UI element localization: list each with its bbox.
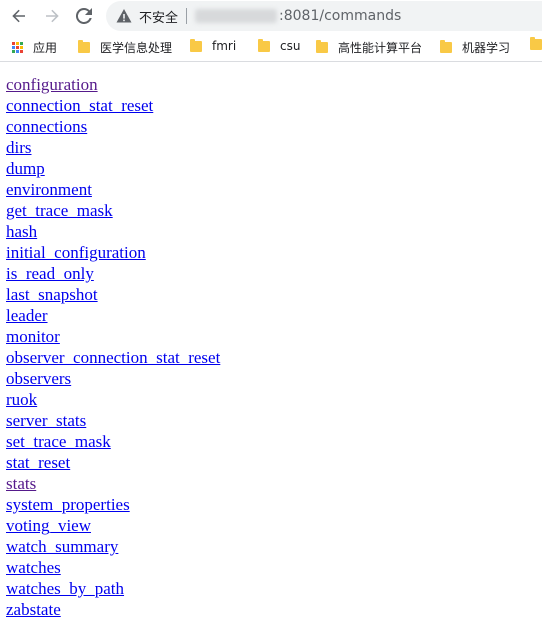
bookmark-overflow[interactable] <box>530 37 542 50</box>
list-item: connections <box>6 116 542 137</box>
list-item: server_stats <box>6 410 542 431</box>
folder-icon <box>78 40 90 53</box>
warning-triangle-icon[interactable] <box>116 8 132 24</box>
bookmark-apps[interactable]: 应用 <box>12 39 57 56</box>
list-item: zabstate <box>6 599 542 620</box>
list-item: hash <box>6 221 542 242</box>
back-button[interactable] <box>8 5 30 27</box>
bookmark-hpc[interactable]: 高性能计算平台 <box>316 39 422 56</box>
command-link-get-trace-mask[interactable]: get_trace_mask <box>6 201 113 220</box>
list-item: leader <box>6 305 542 326</box>
bookmark-medical-info[interactable]: 医学信息处理 <box>78 39 172 56</box>
list-item: last_snapshot <box>6 284 542 305</box>
list-item: dirs <box>6 137 542 158</box>
list-item: environment <box>6 179 542 200</box>
bookmark-fmri[interactable]: fmri <box>190 38 237 53</box>
command-link-dump[interactable]: dump <box>6 159 45 178</box>
reload-button[interactable] <box>73 5 95 27</box>
commands-list: configuration connection_stat_resetconnec… <box>6 74 542 620</box>
list-item: stats <box>6 473 542 494</box>
bookmark-ml[interactable]: 机器学习 <box>440 39 510 56</box>
list-item: configuration <box>6 74 542 95</box>
bookmark-label: csu <box>280 39 301 53</box>
address-bar[interactable]: 不安全 :8081/commands <box>106 1 542 31</box>
security-label[interactable]: 不安全 <box>139 7 178 26</box>
folder-icon <box>190 38 202 52</box>
command-link-server-stats[interactable]: server_stats <box>6 411 86 430</box>
command-link-system-properties[interactable]: system_properties <box>6 495 130 514</box>
reload-icon <box>76 8 92 24</box>
list-item: observers <box>6 368 542 389</box>
command-link-set-trace-mask[interactable]: set_trace_mask <box>6 432 111 451</box>
bookmark-label: 机器学习 <box>462 41 511 55</box>
list-item: observer_connection_stat_reset <box>6 347 542 368</box>
list-item: initial_configuration <box>6 242 542 263</box>
command-link-voting-view[interactable]: voting_view <box>6 516 91 535</box>
list-item: ruok <box>6 389 542 410</box>
command-link-watch-summary[interactable]: watch_summary <box>6 537 118 556</box>
command-link-configuration[interactable]: configuration <box>6 75 98 94</box>
arrow-left-icon <box>12 9 25 23</box>
url-host-redacted <box>195 9 278 23</box>
command-link-ruok[interactable]: ruok <box>6 390 37 409</box>
list-item: watches <box>6 557 542 578</box>
command-link-monitor[interactable]: monitor <box>6 327 60 346</box>
bookmark-label: fmri <box>212 39 237 53</box>
arrow-right-icon <box>46 9 59 23</box>
omnibox-separator <box>186 8 188 24</box>
list-item: monitor <box>6 326 542 347</box>
bookmarks-bar: 应用 医学信息处理 fmri csu 高性能计算平台 机器学习 <box>0 33 542 62</box>
bookmark-label: 应用 <box>33 41 58 55</box>
list-item: voting_view <box>6 515 542 536</box>
url-path: :8081/commands <box>279 8 402 24</box>
folder-icon <box>440 40 452 53</box>
apps-grid-icon <box>12 42 23 53</box>
command-link-watches[interactable]: watches <box>6 558 61 577</box>
list-item: watch_summary <box>6 536 542 557</box>
command-link-hash[interactable]: hash <box>6 222 37 241</box>
command-link-observers[interactable]: observers <box>6 369 71 388</box>
command-link-dirs[interactable]: dirs <box>6 138 32 157</box>
command-link-leader[interactable]: leader <box>6 306 48 325</box>
command-link-is-read-only[interactable]: is_read_only <box>6 264 94 283</box>
command-link-observer-connection-stat-reset[interactable]: observer_connection_stat_reset <box>6 348 220 367</box>
url-text[interactable]: :8081/commands <box>195 8 401 24</box>
page-content: configuration connection_stat_resetconnec… <box>0 62 542 620</box>
command-link-last-snapshot[interactable]: last_snapshot <box>6 285 98 304</box>
bookmark-label: 医学信息处理 <box>100 41 173 55</box>
browser-toolbar: 不安全 :8081/commands <box>0 0 542 33</box>
list-item: dump <box>6 158 542 179</box>
list-item: stat_reset <box>6 452 542 473</box>
command-link-watches-by-path[interactable]: watches_by_path <box>6 579 124 598</box>
forward-button[interactable] <box>41 5 63 27</box>
command-link-environment[interactable]: environment <box>6 180 92 199</box>
folder-icon <box>316 40 328 53</box>
list-item: get_trace_mask <box>6 200 542 221</box>
folder-icon <box>258 38 270 52</box>
command-link-initial-configuration[interactable]: initial_configuration <box>6 243 146 262</box>
bookmark-csu[interactable]: csu <box>258 38 301 53</box>
folder-icon <box>530 37 542 50</box>
bookmark-label: 高性能计算平台 <box>338 41 423 55</box>
list-item: set_trace_mask <box>6 431 542 452</box>
list-item: connection_stat_reset <box>6 95 542 116</box>
command-link-stat-reset[interactable]: stat_reset <box>6 453 70 472</box>
command-link-stats[interactable]: stats <box>6 474 36 493</box>
command-link-connection-stat-reset[interactable]: connection_stat_reset <box>6 96 153 115</box>
command-link-connections[interactable]: connections <box>6 117 87 136</box>
list-item: watches_by_path <box>6 578 542 599</box>
list-item: system_properties <box>6 494 542 515</box>
command-link-zabstate[interactable]: zabstate <box>6 600 61 619</box>
list-item: is_read_only <box>6 263 542 284</box>
